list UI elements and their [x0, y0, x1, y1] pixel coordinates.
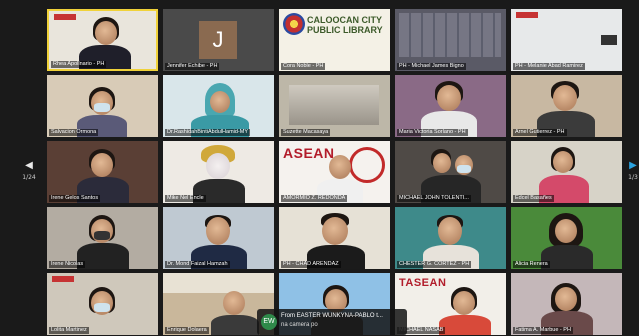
- next-page-button[interactable]: ▶ 1/3: [626, 160, 639, 194]
- avatar: EW: [261, 314, 277, 330]
- participant-name: Rhea Apollnario - PH: [51, 61, 107, 68]
- participant-name: Fatima A. Marbue - PH: [513, 327, 573, 334]
- banner-logo: [52, 276, 74, 282]
- video-tile[interactable]: Fatima A. Marbue - PH: [511, 273, 622, 335]
- participant-name: Irene Nicolas: [49, 261, 86, 268]
- page-indicator-right: 1/3: [628, 174, 638, 181]
- participant-name: PH - Michael James Bigno: [397, 63, 466, 70]
- participant-name: CHESTER G. CORTEZ - PH: [397, 261, 472, 268]
- video-tile[interactable]: Suzette Macasaya: [279, 75, 390, 137]
- banner-logo: [516, 12, 538, 18]
- video-tile[interactable]: Alicia Renera: [511, 207, 622, 269]
- participant-name: Jennifer Echibe - PH: [165, 63, 220, 70]
- virtual-background-text: TASEAN: [399, 277, 447, 289]
- participant-name: Edcel Basañes: [513, 195, 554, 202]
- participant-name: Lolita Martinez: [49, 327, 89, 334]
- avatar: J: [199, 21, 237, 59]
- video-tile[interactable]: Irene Nicolas: [47, 207, 158, 269]
- chat-sender: From EASTER WUNKYNA-PABLO t...: [281, 313, 383, 319]
- video-tile[interactable]: Rhea Apollnario - PH: [47, 9, 158, 71]
- virtual-background-text: ASEAN: [283, 145, 335, 161]
- video-tile[interactable]: PH - Michael James Bigno: [395, 9, 506, 71]
- participant-name: Alicia Renera: [513, 261, 550, 268]
- chat-message: na camera po: [281, 322, 318, 328]
- chevron-right-icon: ▶: [629, 160, 637, 171]
- video-tile[interactable]: Lolita Martinez: [47, 273, 158, 335]
- participant-name: PH - Melanie Abad Ramirez: [513, 63, 585, 70]
- previous-page-button[interactable]: ◀ 1/24: [22, 160, 36, 194]
- library-seal-icon: [283, 13, 305, 35]
- chat-notification[interactable]: EW From EASTER WUNKYNA-PABLO t... na cam…: [257, 309, 407, 335]
- video-tile[interactable]: Dr.RashidahBintiAbdulHamid-MY: [163, 75, 274, 137]
- page-indicator-left: 1/24: [22, 174, 36, 181]
- participant-name: Salvacion Ormona: [49, 129, 99, 136]
- video-tile[interactable]: CALOOCAN CITY PUBLIC LIBRARY Cora Noble …: [279, 9, 390, 71]
- video-tile[interactable]: Maria Victoria Sorlano - PH: [395, 75, 506, 137]
- video-gallery-grid: Rhea Apollnario - PH J Jennifer Echibe -…: [47, 9, 622, 336]
- screen-share-thumbnail: [399, 13, 501, 57]
- participant-name: MICHAEL JOHN TOLENTI...: [397, 195, 471, 202]
- video-tile[interactable]: CHESTER G. CORTEZ - PH: [395, 207, 506, 269]
- video-tile[interactable]: ASEAN AMORMIO Z. REDONDA: [279, 141, 390, 203]
- video-tile[interactable]: Edcel Basañes: [511, 141, 622, 203]
- participant-name: Dr. Mond Faizal Hamzah: [165, 261, 230, 268]
- video-tile[interactable]: PH - Melanie Abad Ramirez: [511, 9, 622, 71]
- participant-name: Irene Gelos Santos: [49, 195, 101, 202]
- video-tile[interactable]: Salvacion Ormona: [47, 75, 158, 137]
- participant-name: Dr.RashidahBintiAbdulHamid-MY: [165, 129, 251, 136]
- participant-name: PH - CHAD ARENDAZ: [281, 261, 341, 268]
- video-tile[interactable]: Dr. Mond Faizal Hamzah: [163, 207, 274, 269]
- video-tile[interactable]: Arnel Gutierrez - PH: [511, 75, 622, 137]
- participant-name: Suzette Macasaya: [281, 129, 331, 136]
- banner-logo: [54, 14, 76, 20]
- participant-name: Arnel Gutierrez - PH: [513, 129, 567, 136]
- video-tile[interactable]: PH - CHAD ARENDAZ: [279, 207, 390, 269]
- participant-name: AMORMIO Z. REDONDA: [281, 195, 348, 202]
- chevron-left-icon: ◀: [25, 160, 33, 171]
- video-tile[interactable]: TASEAN MICHAEL NASAB: [395, 273, 506, 335]
- video-tile[interactable]: MICHAEL JOHN TOLENTI...: [395, 141, 506, 203]
- video-tile[interactable]: J Jennifer Echibe - PH: [163, 9, 274, 71]
- video-tile[interactable]: Mike Nel Encle: [163, 141, 274, 203]
- virtual-background-text: CALOOCAN CITY PUBLIC LIBRARY: [307, 15, 383, 35]
- participant-name: Enrique Dolaera: [165, 327, 209, 334]
- participant-name: Mike Nel Encle: [165, 195, 206, 202]
- video-tile[interactable]: Irene Gelos Santos: [47, 141, 158, 203]
- participant-name: Maria Victoria Sorlano - PH: [397, 129, 468, 136]
- participant-name: Cora Noble - PH: [281, 63, 326, 70]
